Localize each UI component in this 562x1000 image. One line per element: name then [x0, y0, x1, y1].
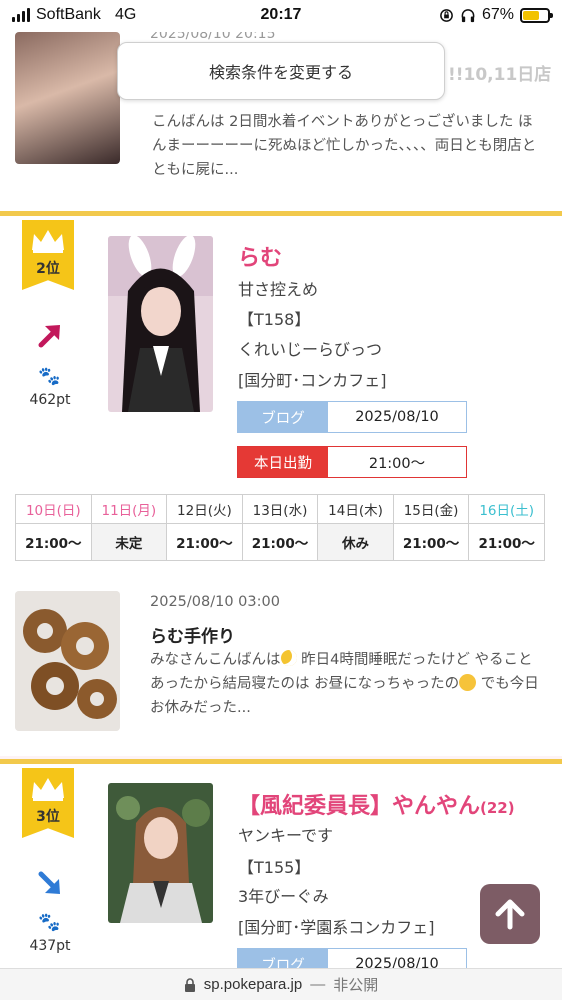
blog-post-thumbnail[interactable] — [15, 591, 120, 731]
schedule-time: 休み — [317, 523, 394, 561]
cast-height: 【T158】 — [238, 310, 311, 329]
status-bar: SoftBank 4G 20:17 67% — [0, 0, 562, 32]
lock-icon — [184, 977, 195, 992]
schedule-day: 15日(金) — [392, 494, 470, 524]
rank-number: 3位 — [36, 809, 60, 825]
schedule-day: 14日(木) — [317, 494, 394, 524]
rank-badge: 2位 — [22, 220, 74, 290]
cast-catchphrase: 甘さ控えめ — [238, 280, 319, 299]
schedule-day: 10日(日) — [15, 494, 92, 524]
rank-number: 2位 — [36, 261, 60, 277]
schedule-time: 21:00〜 — [166, 523, 243, 561]
previous-blog-date: 2025/08/10 20:15 — [150, 32, 276, 42]
blog-label: ブログ — [238, 402, 328, 432]
schedule-time: 21:00〜 — [241, 523, 319, 561]
headphones-icon — [461, 8, 475, 22]
crown-icon — [32, 778, 64, 801]
private-mode-label: 非公開 — [333, 977, 379, 994]
url-domain: sp.pokepara.jp — [203, 976, 303, 993]
points: 437pt — [29, 938, 71, 954]
points: 462pt — [29, 392, 71, 408]
scroll-to-top-button[interactable] — [480, 884, 540, 944]
work-time: 21:00〜 — [328, 447, 466, 477]
cast-height: 【T155】 — [238, 858, 311, 877]
schedule-day: 12日(火) — [166, 494, 243, 524]
blog-post-excerpt: みなさんこんばんは 昨日4時間睡眠だったけど やることあったから結局寝たのは お… — [150, 650, 539, 716]
change-search-conditions-button[interactable]: 検索条件を変更する — [117, 42, 445, 100]
battery-icon — [520, 7, 553, 23]
schedule-day: 16日(土) — [468, 494, 545, 524]
cast-name[interactable]: らむ — [238, 240, 282, 272]
blog-date: 2025/08/10 — [328, 402, 466, 432]
shop-area: [国分町･学園系コンカフェ] — [238, 918, 435, 937]
previous-blog-excerpt: こんばんは 2日間水着イベントありがとっございました ほんまーーーーーに死ぬほど… — [152, 114, 537, 178]
previous-blog-thumbnail[interactable] — [15, 32, 120, 164]
paw-icon: 🐾 — [38, 366, 61, 387]
shop-name[interactable]: 3年びーぐみ — [238, 883, 329, 907]
crying-face-icon — [459, 674, 477, 691]
schedule-time: 21:00〜 — [392, 523, 470, 561]
paw-icon: 🐾 — [38, 912, 61, 933]
shop-area: [国分町･コンカフェ] — [238, 371, 387, 390]
cast-name[interactable]: 【風紀委員長】やんやん(22) — [238, 788, 515, 820]
today-work-status: 本日出勤 21:00〜 — [237, 446, 467, 478]
schedule-time: 未定 — [90, 523, 168, 561]
schedule-day: 11日(月) — [90, 494, 168, 524]
previous-blog-title[interactable]: !!10,11日店 — [448, 60, 551, 85]
battery-percent: 67% — [481, 6, 514, 23]
blog-post-date: 2025/08/10 03:00 — [150, 594, 280, 610]
crown-icon — [32, 230, 64, 253]
schedule-day: 13日(水) — [241, 494, 319, 524]
weekly-schedule: 10日(日) 11日(月) 12日(火) 13日(水) 14日(木) 15日(金… — [15, 494, 545, 561]
shop-name[interactable]: くれいじーらびっつ — [238, 336, 382, 360]
arrow-up-icon — [495, 899, 525, 930]
schedule-time: 21:00〜 — [468, 523, 545, 561]
blog-post-title[interactable]: らむ手作り — [150, 622, 235, 647]
rank-badge: 3位 — [22, 768, 74, 838]
cast-photo[interactable] — [108, 236, 213, 412]
cast-catchphrase: ヤンキーです — [238, 826, 334, 845]
address-bar[interactable]: sp.pokepara.jp — 非公開 — [0, 968, 562, 1000]
trend-up-arrow-icon — [38, 325, 60, 348]
url-separator: — — [310, 976, 326, 993]
schedule-time: 21:00〜 — [15, 523, 92, 561]
cast-age: (22) — [480, 799, 515, 817]
trend-down-arrow-icon — [38, 871, 60, 894]
ranking-card-3: 3位 🐾 437pt 【風紀委員長】やんやん(22) ヤンキーです 【T155】… — [0, 764, 562, 980]
cast-photo[interactable] — [108, 783, 213, 923]
orientation-lock-icon — [440, 8, 453, 22]
blog-link[interactable]: ブログ 2025/08/10 — [237, 401, 467, 433]
crescent-moon-icon — [280, 650, 297, 666]
work-label: 本日出勤 — [238, 447, 328, 477]
